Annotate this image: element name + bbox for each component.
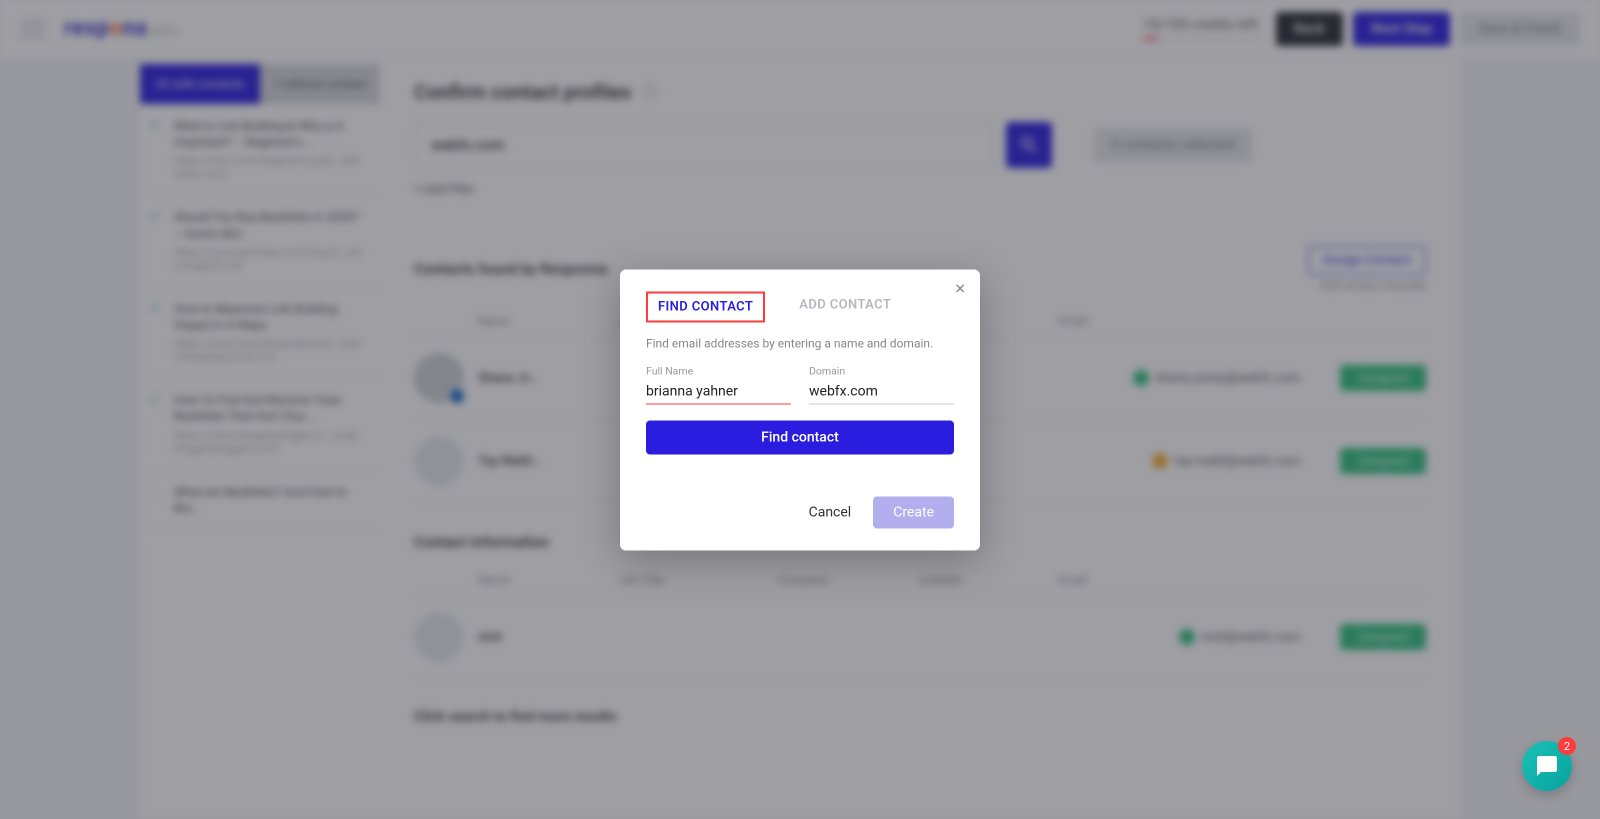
full-name-input[interactable] — [646, 379, 791, 404]
domain-field: Domain — [809, 364, 954, 404]
modal-tabs: FIND CONTACT ADD CONTACT — [646, 291, 954, 322]
chat-badge: 2 — [1558, 737, 1576, 755]
full-name-field: Full Name — [646, 364, 791, 404]
domain-input[interactable] — [809, 379, 954, 404]
modal-description: Find email addresses by entering a name … — [646, 336, 954, 350]
cancel-button[interactable]: Cancel — [801, 496, 860, 528]
domain-label: Domain — [809, 364, 954, 377]
find-contact-modal: ✕ FIND CONTACT ADD CONTACT Find email ad… — [620, 269, 980, 550]
find-contact-button[interactable]: Find contact — [646, 420, 954, 454]
chat-fab[interactable]: 2 — [1522, 741, 1572, 791]
create-button[interactable]: Create — [873, 496, 954, 528]
tab-find-contact[interactable]: FIND CONTACT — [646, 291, 765, 322]
tab-add-contact[interactable]: ADD CONTACT — [789, 291, 901, 322]
full-name-label: Full Name — [646, 364, 791, 377]
chat-icon — [1535, 754, 1559, 778]
close-icon[interactable]: ✕ — [954, 281, 966, 297]
